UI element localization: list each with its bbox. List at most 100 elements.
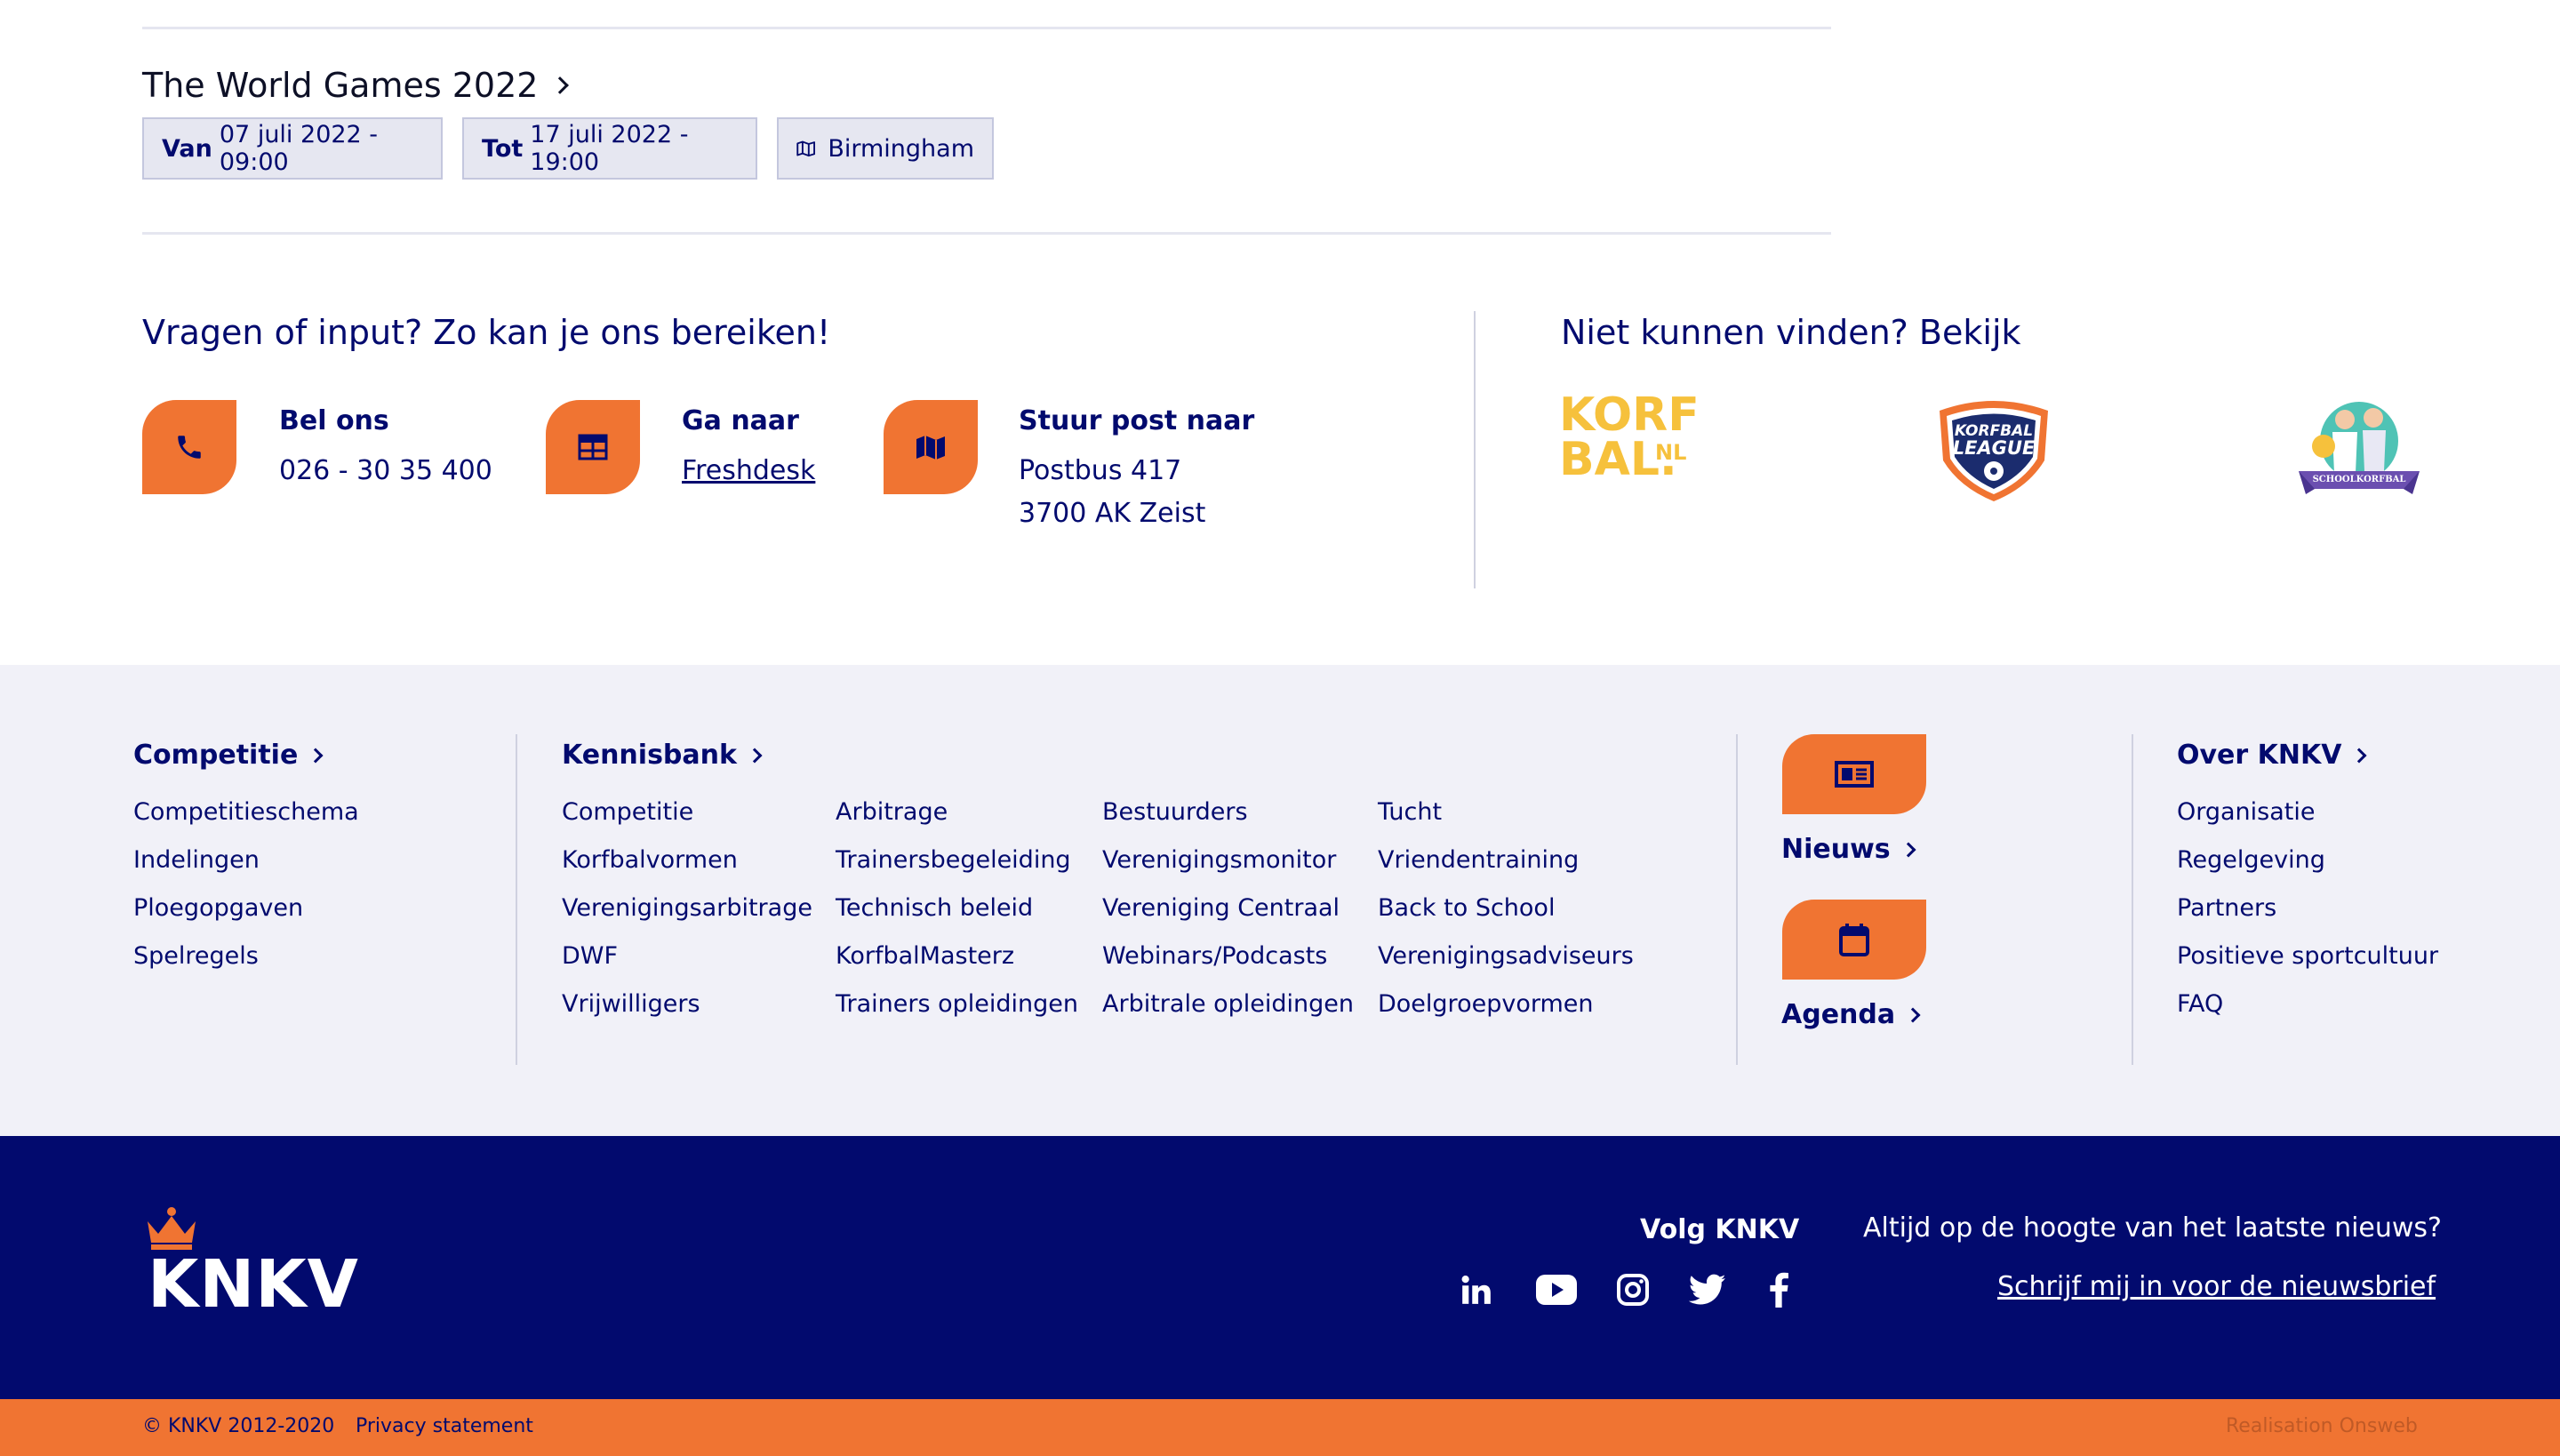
footer-link[interactable]: Doelgroepvormen bbox=[1378, 990, 1594, 1018]
event-end-chip: Tot 17 juli 2022 - 19:00 bbox=[462, 117, 757, 180]
korfbal-nl-logo[interactable]: KORF BAL. NL bbox=[1559, 392, 1701, 491]
youtube-icon[interactable] bbox=[1534, 1269, 1579, 1310]
nieuws-link[interactable]: Nieuws bbox=[1781, 834, 1916, 865]
newspaper-icon bbox=[1835, 761, 1874, 788]
location-value: Birmingham bbox=[828, 134, 974, 163]
event-start-chip: Van 07 juli 2022 - 09:00 bbox=[142, 117, 443, 180]
start-label: Van bbox=[162, 134, 212, 163]
footer-link[interactable]: Spelregels bbox=[133, 942, 259, 970]
post-line1: Postbus 417 bbox=[1019, 455, 1182, 486]
divider bbox=[1474, 311, 1476, 588]
footer-link[interactable]: Trainersbegeleiding bbox=[836, 846, 1071, 874]
footer-link[interactable]: Positieve sportcultuur bbox=[2177, 942, 2438, 970]
nieuws-label: Nieuws bbox=[1781, 834, 1891, 865]
schoolkorfbal-illustration-icon bbox=[2299, 402, 2420, 494]
phone-icon-tile bbox=[142, 400, 236, 494]
freshdesk-icon-tile bbox=[546, 400, 640, 494]
chevron-right-icon bbox=[2351, 748, 2367, 763]
contact-heading: Vragen of input? Zo kan je ons bereiken! bbox=[142, 313, 831, 352]
end-label: Tot bbox=[482, 134, 524, 163]
event-title: The World Games 2022 bbox=[142, 66, 539, 105]
korfbal-league-logo[interactable]: KORFBAL LEAGUE bbox=[1931, 398, 2057, 503]
chevron-right-icon bbox=[1905, 1007, 1921, 1022]
post-line2: 3700 AK Zeist bbox=[1019, 498, 1206, 529]
nieuws-icon-tile[interactable] bbox=[1782, 734, 1926, 814]
freshdesk-link[interactable]: Freshdesk bbox=[682, 450, 815, 492]
follow-label: Volg KNKV bbox=[1640, 1214, 1800, 1245]
end-value: 17 juli 2022 - 19:00 bbox=[530, 121, 689, 176]
map-icon bbox=[796, 140, 816, 157]
footer-link[interactable]: Tucht bbox=[1378, 798, 1442, 826]
footer-link[interactable]: Organisatie bbox=[2177, 798, 2316, 826]
phone-icon bbox=[178, 436, 201, 459]
chevron-right-icon bbox=[747, 748, 763, 763]
footer-link[interactable]: Indelingen bbox=[133, 846, 260, 874]
footer-link[interactable]: Back to School bbox=[1378, 894, 1555, 922]
calendar-icon bbox=[1839, 924, 1869, 956]
event-title-link[interactable]: The World Games 2022 bbox=[142, 66, 570, 105]
copyright-text: © KNKV 2012-2020 bbox=[142, 1415, 335, 1437]
footer-link[interactable]: Trainers opleidingen bbox=[836, 990, 1078, 1018]
divider bbox=[2132, 734, 2133, 1065]
newsletter-question: Altijd op de hoogte van het laatste nieu… bbox=[1863, 1212, 2442, 1244]
schoolkorfbal-logo-text: SCHOOLKORFBAL bbox=[2312, 475, 2406, 484]
agenda-icon-tile[interactable] bbox=[1782, 900, 1926, 980]
knkv-logo[interactable]: KNKV bbox=[142, 1207, 358, 1323]
footer-link[interactable]: Vrijwilligers bbox=[562, 990, 700, 1018]
logo-text: KNKV bbox=[148, 1246, 359, 1323]
phone-label: Bel ons bbox=[279, 405, 389, 436]
footer-link[interactable]: Vriendentraining bbox=[1378, 846, 1579, 874]
footer-link[interactable]: Competitieschema bbox=[133, 798, 359, 826]
over-knkv-heading: Over KNKV bbox=[2177, 740, 2342, 771]
footer-link[interactable]: Webinars/Podcasts bbox=[1102, 942, 1327, 970]
divider bbox=[516, 734, 517, 1065]
facebook-icon[interactable] bbox=[1758, 1269, 1799, 1310]
footer-link[interactable]: Regelgeving bbox=[2177, 846, 2325, 874]
table-icon bbox=[578, 434, 608, 460]
partners-heading: Niet kunnen vinden? Bekijk bbox=[1561, 313, 2021, 352]
footer-link[interactable]: Bestuurders bbox=[1102, 798, 1248, 826]
linkedin-icon[interactable] bbox=[1456, 1269, 1497, 1310]
kennisbank-heading-link[interactable]: Kennisbank bbox=[562, 740, 763, 771]
realisation-link[interactable]: Realisation Onsweb bbox=[2226, 1415, 2418, 1437]
footer-link[interactable]: FAQ bbox=[2177, 990, 2223, 1018]
chevron-right-icon bbox=[308, 748, 324, 763]
footer-link[interactable]: Competitie bbox=[562, 798, 693, 826]
footer-link[interactable]: Ploegopgaven bbox=[133, 894, 303, 922]
over-knkv-heading-link[interactable]: Over KNKV bbox=[2177, 740, 2367, 771]
footer-link[interactable]: Partners bbox=[2177, 894, 2276, 922]
competitie-heading-link[interactable]: Competitie bbox=[133, 740, 324, 771]
kennisbank-heading: Kennisbank bbox=[562, 740, 737, 771]
footer-link[interactable]: Verenigingsmonitor bbox=[1102, 846, 1336, 874]
start-value: 07 juli 2022 - 09:00 bbox=[219, 121, 379, 176]
chevron-right-icon bbox=[1900, 842, 1916, 857]
footer-link[interactable]: Verenigingsadviseurs bbox=[1378, 942, 1634, 970]
footer-link[interactable]: Vereniging Centraal bbox=[1102, 894, 1340, 922]
agenda-label: Agenda bbox=[1781, 999, 1896, 1030]
schoolkorfbal-logo[interactable]: SCHOOLKORFBAL bbox=[2299, 396, 2420, 505]
footer-link[interactable]: Technisch beleid bbox=[836, 894, 1033, 922]
post-icon-tile bbox=[884, 400, 978, 494]
footer-link[interactable]: KorfbalMasterz bbox=[836, 942, 1014, 970]
korfbal-logo-suffix: NL bbox=[1655, 440, 1687, 465]
footer-link[interactable]: DWF bbox=[562, 942, 618, 970]
instagram-icon[interactable] bbox=[1612, 1269, 1653, 1310]
crown-icon bbox=[148, 1207, 196, 1250]
event-location-chip: Birmingham bbox=[777, 117, 994, 180]
agenda-link[interactable]: Agenda bbox=[1781, 999, 1921, 1030]
main-footer bbox=[0, 1136, 2560, 1399]
divider bbox=[142, 27, 1831, 29]
competitie-heading: Competitie bbox=[133, 740, 299, 771]
footer-link[interactable]: Korfbalvormen bbox=[562, 846, 738, 874]
goto-label: Ga naar bbox=[682, 405, 799, 436]
footer-link[interactable]: Arbitrale opleidingen bbox=[1102, 990, 1354, 1018]
event-section: The World Games 2022 Van 07 juli 2022 - … bbox=[0, 0, 2560, 235]
post-label: Stuur post naar bbox=[1019, 405, 1255, 436]
map-icon bbox=[916, 436, 945, 460]
newsletter-signup-link[interactable]: Schrijf mij in voor de nieuwsbrief bbox=[1997, 1271, 2436, 1302]
twitter-icon[interactable] bbox=[1687, 1269, 1728, 1310]
phone-value: 026 - 30 35 400 bbox=[279, 455, 492, 486]
footer-link[interactable]: Verenigingsarbitrage bbox=[562, 894, 812, 922]
privacy-statement-link[interactable]: Privacy statement bbox=[356, 1415, 533, 1437]
footer-link[interactable]: Arbitrage bbox=[836, 798, 948, 826]
